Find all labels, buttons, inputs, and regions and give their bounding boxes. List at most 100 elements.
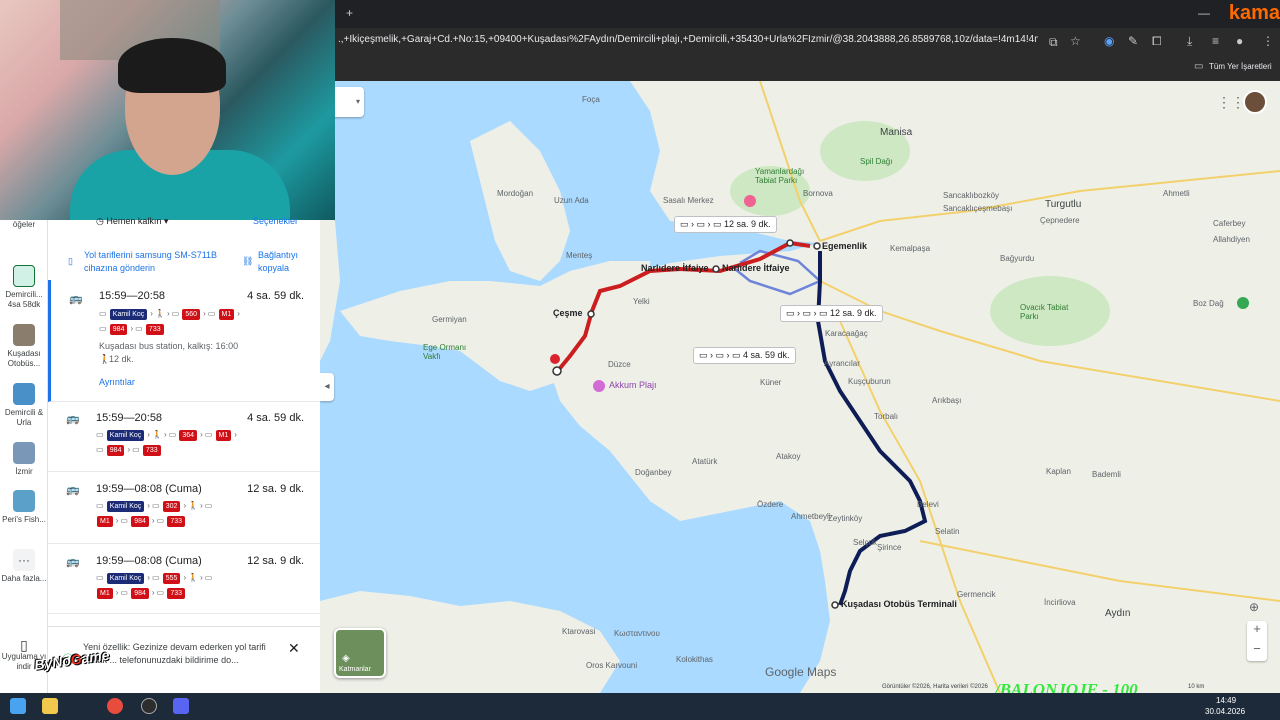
map-label-selatin[interactable]: Selatin <box>935 527 959 536</box>
layers-button[interactable]: ◈ Katmanlar <box>334 628 386 678</box>
map-label-atakoy[interactable]: Atakoy <box>776 452 800 461</box>
map-label-bagyurdu[interactable]: Bağyurdu <box>1000 254 1034 263</box>
map-label-cepnedere[interactable]: Çepnedere <box>1040 216 1080 225</box>
map-place-akkum[interactable]: Akkum Plajı <box>609 380 657 390</box>
map-label-aydin[interactable]: Aydın <box>1105 608 1130 619</box>
obs-icon[interactable] <box>141 698 157 714</box>
map-label-caferbey[interactable]: Caferbey <box>1213 219 1245 228</box>
map-label-incirliova[interactable]: İncirliova <box>1044 598 1076 607</box>
menu-icon[interactable]: ⋮ <box>1262 34 1274 48</box>
map-label-boz-dag[interactable]: Boz Dağ <box>1193 299 1224 308</box>
rail-item-peris[interactable]: Peri's Fish... <box>0 490 48 525</box>
clock-date[interactable]: 30.04.2026 <box>1205 707 1245 716</box>
map-label-ahmetbeyli[interactable]: Ahmetbeyli <box>791 512 831 521</box>
map-label-mentes[interactable]: Menteş <box>566 251 592 260</box>
map-place-narlidere-1[interactable]: Narlıdere İtfaiye <box>641 263 709 273</box>
map-label-ataturk[interactable]: Atatürk <box>692 457 717 466</box>
map-label-mordogan[interactable]: Mordoğan <box>497 189 533 198</box>
map-label-kemalpasa[interactable]: Kemalpaşa <box>890 244 930 253</box>
map-label-ege-ormani[interactable]: Ege Ormanı Vakfı <box>423 343 483 361</box>
map-label-arikbasi[interactable]: Arıkbaşı <box>932 396 961 405</box>
map-label-ayrancilar[interactable]: Ayrancılar <box>824 359 860 368</box>
map-label-sirince[interactable]: Şirince <box>877 543 901 552</box>
route-bubble-3[interactable]: ▭ › ▭ › ▭ 4 sa. 59 dk. <box>693 347 796 364</box>
map-label-belevi[interactable]: Belevi <box>917 500 939 509</box>
windows-start-icon[interactable] <box>10 698 26 714</box>
close-icon[interactable]: ✕ <box>288 640 300 657</box>
share-icon[interactable]: ⧉ <box>1049 35 1058 50</box>
map-label-germencik[interactable]: Germencik <box>957 590 996 599</box>
map-label-kolokithas[interactable]: Kolokithas <box>676 655 713 664</box>
route-option-4[interactable]: 🚌 19:59—08:08 (Cuma) 12 sa. 9 dk. ▭ Kami… <box>48 544 320 614</box>
map-label-duzce[interactable]: Düzce <box>608 360 631 369</box>
collapse-panel-button[interactable]: ◂ <box>320 373 334 401</box>
map-label-turgutlu[interactable]: Turgutlu <box>1045 199 1081 210</box>
map-label-sasali[interactable]: Sasalı Merkez <box>663 196 714 205</box>
bookmark-star-icon[interactable]: ☆ <box>1070 34 1081 48</box>
map-canvas[interactable]: Manisa Turgutlu Aydın Foça Mordoğan Uzun… <box>320 81 1280 693</box>
map-label-torbali[interactable]: Torbalı <box>874 412 898 421</box>
rail-item-demircili[interactable]: Demircili... 4sa 58dk <box>0 265 48 310</box>
map-label-manisa[interactable]: Manisa <box>880 127 912 138</box>
url-field[interactable]: .,+İkiçeşmelik,+Garaj+Cd.+No:15,+09400+K… <box>338 34 1038 50</box>
extension-icon[interactable]: ◉ <box>1104 34 1114 48</box>
map-label-selcuk[interactable]: Selçuk <box>853 538 877 547</box>
map-place-kusadasi-terminal[interactable]: Kuşadası Otobüs Terminali <box>841 599 957 609</box>
rail-item-demircili-urla[interactable]: Demircili & Urla <box>0 383 48 428</box>
map-label-doganbey[interactable]: Doğanbey <box>635 468 671 477</box>
puzzle-icon[interactable]: ⧠ <box>1152 34 1162 49</box>
account-avatar[interactable] <box>1243 90 1267 114</box>
map-label-bademli[interactable]: Bademli <box>1092 470 1121 479</box>
map-label-germiyan[interactable]: Germiyan <box>432 315 467 324</box>
route-option-2[interactable]: 🚌 15:59—20:58 4 sa. 59 dk. ▭ Kamil Koç › 🚶… <box>48 402 320 472</box>
options-link[interactable]: Seçenekler <box>253 216 298 226</box>
apps-grid-icon[interactable]: ⋮⋮ <box>1217 94 1245 111</box>
route-option-1[interactable]: 🚌 15:59—20:58 4 sa. 59 dk. ▭ Kamil Koç › 🚶… <box>48 280 320 402</box>
my-location-button[interactable]: ⊕ <box>1249 600 1265 616</box>
route-bubble-1[interactable]: ▭ › ▭ › ▭ 12 sa. 9 dk. <box>674 216 777 233</box>
playlist-icon[interactable]: ≡ <box>1212 34 1219 48</box>
rail-item-izmir[interactable]: İzmir <box>0 442 48 477</box>
map-label-bornova[interactable]: Bornova <box>803 189 833 198</box>
zoom-out-button[interactable]: − <box>1247 641 1267 661</box>
map-label-yelki[interactable]: Yelki <box>633 297 650 306</box>
route-bubble-2[interactable]: ▭ › ▭ › ▭ 12 sa. 9 dk. <box>780 305 883 322</box>
map-label-ovacik[interactable]: Ovacık Tabiat Parkı <box>1020 303 1080 321</box>
map-label-uzun-ada[interactable]: Uzun Ada <box>554 196 589 205</box>
map-label-zeytinkoy[interactable]: Zeytinköy <box>828 514 862 523</box>
map-label-foca[interactable]: Foça <box>582 95 600 104</box>
minimize-icon[interactable]: — <box>1198 6 1210 20</box>
map-label-kuner[interactable]: Küner <box>760 378 781 387</box>
map-label-kosmadiou[interactable]: Κωσταντινου <box>614 629 660 638</box>
map-label-sancaklicesmebasi[interactable]: Sancaklıçeşmebaşı <box>943 204 1012 213</box>
leave-now-dropdown[interactable]: ◷ Hemen kalkın ▾ <box>96 216 168 227</box>
route-option-3[interactable]: 🚌 19:59—08:08 (Cuma) 12 sa. 9 dk. ▭ Kami… <box>48 472 320 544</box>
clock-time[interactable]: 14:49 <box>1216 696 1236 705</box>
download-icon[interactable]: ⤓ <box>1187 34 1192 49</box>
rail-item-more[interactable]: ··· Daha fazla... <box>0 549 48 584</box>
map-label-oros[interactable]: Oros Karvouni <box>586 661 637 670</box>
map-label-kuscuburun[interactable]: Kuşçuburun <box>848 377 891 386</box>
map-label-allahdiyen[interactable]: Allahdiyen <box>1213 235 1250 244</box>
map-place-narlidere-2[interactable]: Narlıdere İtfaiye <box>722 263 790 273</box>
rail-item-saved[interactable]: öğeler <box>0 220 48 230</box>
map-label-ozdere[interactable]: Özdere <box>757 500 783 509</box>
file-explorer-icon[interactable] <box>42 698 58 714</box>
map-place-egemenlik[interactable]: Egemenlik <box>822 241 867 251</box>
new-tab-icon[interactable]: + <box>346 6 353 20</box>
discord-icon[interactable] <box>173 698 189 714</box>
map-label-karacaagac[interactable]: Karacaağaç <box>825 329 868 338</box>
details-link[interactable]: Ayrıntılar <box>99 377 135 387</box>
map-place-cesme[interactable]: Çeşme <box>553 308 583 318</box>
map-label-ktarovasi[interactable]: Ktarovasi <box>562 627 595 636</box>
chrome-icon[interactable] <box>107 698 123 714</box>
rail-item-kusadasi[interactable]: Kuşadası Otobüs... <box>0 324 48 369</box>
map-label-yamanlar[interactable]: Yamanlardağı Tabiat Parkı <box>755 167 825 185</box>
zoom-in-button[interactable]: + <box>1247 621 1267 641</box>
pen-icon[interactable]: ✎ <box>1128 34 1138 48</box>
all-bookmarks-label[interactable]: Tüm Yer İşaretleri <box>1209 62 1272 71</box>
map-label-kaplan[interactable]: Kaplan <box>1046 467 1071 476</box>
map-label-ahmetli[interactable]: Ahmetli <box>1163 189 1190 198</box>
map-label-sancaklibozkoy[interactable]: Sancaklıbozköy <box>943 191 999 200</box>
map-label-spil[interactable]: Spil Dağı <box>860 157 892 166</box>
